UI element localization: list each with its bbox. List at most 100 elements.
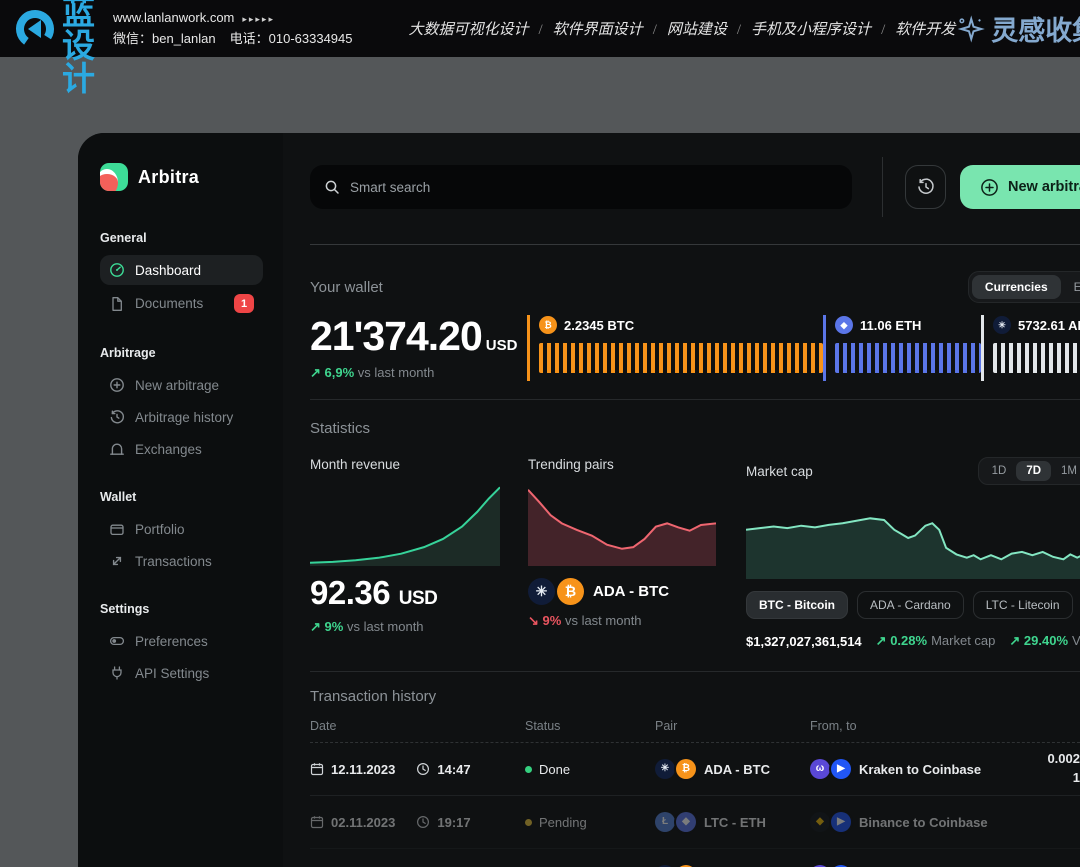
status-dot [525,766,532,773]
dashboard-icon [109,262,125,278]
nav-section-label: Arbitrage [100,346,263,360]
holding-eth-amount: ◆11.06 ETH [835,315,981,335]
arbitra-dashboard: Arbitra General Dashboard Documents 1 Ar… [78,133,1080,867]
service-separator: / [737,22,741,38]
transactions-header-row: DateStatusPairFrom, to [310,719,1080,743]
trending-pair[interactable]: ✳₿ADA - BTC [528,576,716,606]
sidebar-item-portfolio[interactable]: Portfolio [100,514,263,544]
service-item[interactable]: 网站建设 [667,22,727,38]
calendar-icon [310,762,324,776]
trending-pair-label: ADA - BTC [593,583,669,600]
transaction-amount: 0.0021 [1005,750,1080,788]
inspiration-star-icon [955,14,985,44]
ada-coin-icon: ✳ [528,578,555,605]
chip-ada-cardano[interactable]: ADA - Cardano [857,591,964,619]
sidebar-item-label: Documents [135,296,203,311]
search-input[interactable] [310,165,852,209]
chip-ltc-litecoin[interactable]: LTC - Litecoin [973,591,1073,619]
plus-circle-icon [980,178,999,197]
sidebar-item-label: Transactions [135,554,212,569]
month-revenue-card: Month revenue 92.36 USD ↗ 9% vs last mon… [310,457,500,649]
transaction-date: 02.11.2023 19:17 [310,815,525,830]
wallet-title: Your wallet [310,279,383,296]
transaction-status: Pending [525,815,655,830]
transaction-pair: ✳₿ADA - BTC [655,759,810,779]
divider [310,671,1080,672]
sidebar-item-documents[interactable]: Documents 1 [100,287,263,320]
clock-icon [416,762,430,776]
sidebar-item-new-arbitrage[interactable]: New arbitrage [100,370,263,400]
nav-section-wallet: Wallet Portfolio Transactions [100,490,263,576]
arbitra-logo[interactable]: Arbitra [100,163,263,191]
nav-section-label: Wallet [100,490,263,504]
range-tab-1m[interactable]: 1M [1051,461,1080,481]
trending-pairs-title: Trending pairs [528,457,716,472]
service-item[interactable]: 大数据可视化设计 [408,22,528,38]
transaction-pair: Ł◆LTC - ETH [655,812,810,832]
ada-coin-icon: ✳ [655,759,675,779]
main-content: New arbitrage Your wallet CurrenciesExch… [283,133,1080,867]
transaction-status: Done [525,762,655,777]
statistics-title: Statistics [310,420,1080,437]
transaction-row[interactable]: 02.11.2023 19:17 Pending Ł◆LTC - ETH ◆▶B… [310,796,1080,849]
sidebar-nav: General Dashboard Documents 1 Arbitrage … [100,231,263,688]
status-dot [525,819,532,826]
binance-coin-icon: ◆ [810,812,830,832]
top-banner: 蓝蓝设计 www.lanlanwork.com▸▸▸▸▸ 微信：ben_lanl… [0,0,1080,57]
kraken-coin-icon: ω [810,759,830,779]
service-item[interactable]: 软件开发 [895,22,955,38]
chip-btc-bitcoin[interactable]: BTC - Bitcoin [746,591,848,619]
month-revenue-change: ↗ 9% vs last month [310,619,500,635]
divider [310,399,1080,400]
sidebar-item-dashboard[interactable]: Dashboard [100,255,263,285]
lanlan-logo[interactable]: 蓝蓝设计 [14,0,97,95]
inspiration-brand[interactable]: 灵感收集 [955,9,1080,48]
nav-section-arbitrage: Arbitrage New arbitrage Arbitrage histor… [100,346,263,464]
transaction-route: ◆▶Binance to Coinbase [810,812,1005,832]
transaction-row[interactable]: 29.10.2023 04:23 Done ✳₿ADA - BTC ω▶Krak… [310,849,1080,867]
range-tab-7d[interactable]: 7D [1016,461,1051,481]
wallet-change: ↗ 6,9% vs last month [310,365,527,381]
coinbase-coin-icon: ▶ [831,759,851,779]
holding-btc-amount: ₿2.2345 BTC [539,315,823,335]
search-icon [324,179,340,195]
eth-coin-icon: ◆ [676,812,696,832]
btc-coin-icon: ₿ [676,759,696,779]
month-revenue-title: Month revenue [310,457,500,472]
sidebar-item-arbitrage-history[interactable]: Arbitrage history [100,402,263,432]
nav-section-label: General [100,231,263,245]
service-item[interactable]: 手机及小程序设计 [751,22,871,38]
sidebar-item-label: New arbitrage [135,378,219,393]
btc-coin-icon: ₿ [539,316,557,334]
trending-change: ↘ 9% vs last month [528,613,716,629]
sidebar-item-api-settings[interactable]: API Settings [100,658,263,688]
wechat-info: 微信：ben_lanlan [113,31,216,46]
sidebar-item-transactions[interactable]: Transactions [100,546,263,576]
sidebar-item-label: Dashboard [135,263,201,278]
history-icon [109,409,125,425]
wallet-tab-exchanges[interactable]: Exchanges [1061,275,1080,299]
ada-coin-icon: ✳ [993,316,1011,334]
arbitra-logo-text: Arbitra [138,167,199,188]
history-button[interactable] [905,165,946,209]
sidebar-item-label: Preferences [135,634,208,649]
trending-pairs-chart [528,484,716,566]
brand-name: 蓝蓝设计 [62,0,97,95]
service-separator: / [539,22,543,38]
new-arbitrage-button[interactable]: New arbitrage [960,165,1080,209]
range-tab-1d[interactable]: 1D [982,461,1017,481]
plug-icon [109,665,125,681]
wallet-tab-currencies[interactable]: Currencies [972,275,1061,299]
sidebar-item-preferences[interactable]: Preferences [100,626,263,656]
transaction-row[interactable]: 12.11.2023 14:47 Done ✳₿ADA - BTC ω▶Krak… [310,743,1080,796]
sidebar-item-exchanges[interactable]: Exchanges [100,434,263,464]
wallet-currency: USD [486,337,518,354]
site-url[interactable]: www.lanlanwork.com [113,10,234,25]
sidebar-item-label: Arbitrage history [135,410,233,425]
search-box [310,165,852,209]
service-separator: / [881,22,885,38]
nav-section-settings: Settings Preferences API Settings [100,602,263,688]
statistics-cards: Month revenue 92.36 USD ↗ 9% vs last mon… [310,457,1080,649]
service-item[interactable]: 软件界面设计 [553,22,643,38]
column-header-status: Status [525,719,655,733]
